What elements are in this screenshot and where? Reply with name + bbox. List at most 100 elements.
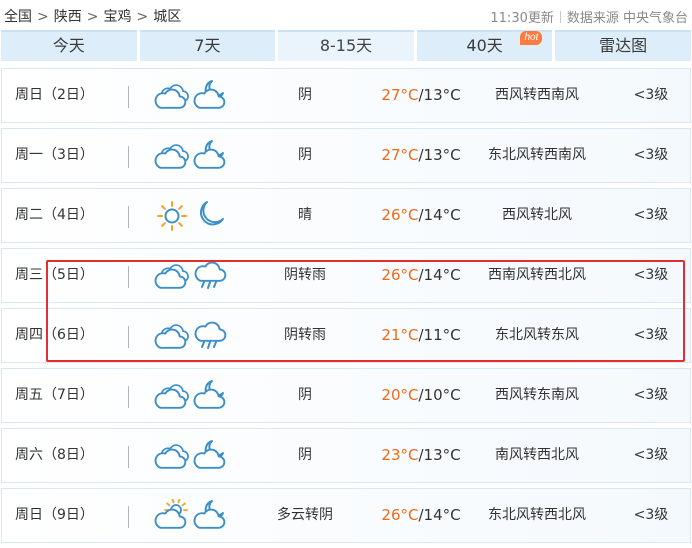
forecast-tabs: 今天 7天 8-15天 40天 hot 雷达图: [1, 30, 691, 61]
forecast-row: 周六（8日） 阴 23°C/13°C 南风转西北风 <3级: [1, 428, 691, 483]
high-temp: 21°C: [381, 326, 419, 344]
rain-icon-svg: [194, 261, 227, 289]
wind-direction: 东北风转西南风: [488, 147, 586, 163]
row-divider: [128, 266, 129, 288]
wind-level: <3级: [633, 507, 669, 523]
low-temp: /11°C: [418, 326, 461, 344]
hot-badge: hot: [520, 31, 543, 45]
day-label: 周日（2日）: [15, 87, 94, 103]
forecast-row: 周四（6日） 阴转雨 21°C/11°C 东北风转东风 <3级: [1, 308, 691, 363]
cloudy-icon: [154, 439, 190, 473]
forecast-row: 周日（2日） 阴 27°C/13°C 西风转西南风 <3级: [1, 68, 691, 123]
tab-label: 今天: [52, 36, 85, 55]
cloudy-icon-svg: [154, 84, 189, 109]
cloudy-night-icon: [192, 438, 228, 472]
cloudy-night-icon-svg: [193, 500, 226, 529]
low-temp: /14°C: [418, 206, 461, 224]
tab-today[interactable]: 今天: [1, 30, 137, 61]
wind-level: <3级: [633, 207, 669, 223]
forecast-row: 周五（7日） 阴 20°C/10°C 西风转东南风 <3级: [1, 368, 691, 423]
temperature: 26°C/14°C: [376, 249, 466, 302]
low-temp: /10°C: [418, 386, 461, 404]
sunny-icon-svg: [157, 201, 187, 231]
rain-icon: [192, 318, 228, 352]
wind-level: <3级: [633, 327, 669, 343]
low-temp: /14°C: [418, 506, 461, 524]
wind-level: <3级: [633, 147, 669, 163]
weather-text: 阴转雨: [284, 327, 326, 343]
cloudy-icon-svg: [154, 444, 189, 469]
wind-level: <3级: [633, 447, 669, 463]
day-label: 周五（7日）: [15, 387, 94, 403]
moon-icon: [192, 198, 228, 232]
breadcrumb-separator: >: [37, 9, 49, 25]
cloudy-night-icon-svg: [193, 380, 226, 409]
wind-direction: 南风转西北风: [495, 447, 579, 463]
update-meta: 11:30更新 数据来源 中央气象台: [490, 7, 688, 26]
tab-7-days[interactable]: 7天: [139, 30, 276, 61]
cloudy-night-icon: [192, 138, 228, 172]
cloudy-night-icon: [192, 78, 228, 112]
weather-text: 阴: [298, 147, 312, 163]
cloudy-icon: [154, 79, 190, 113]
high-temp: 27°C: [381, 86, 419, 104]
temperature: 26°C/14°C: [376, 489, 466, 542]
day-label: 周日（9日）: [15, 507, 94, 523]
tab-radar[interactable]: 雷达图: [555, 30, 691, 61]
high-temp: 26°C: [381, 206, 419, 224]
cloudy-night-icon-svg: [193, 440, 226, 469]
breadcrumb-city[interactable]: 宝鸡: [103, 9, 131, 25]
row-divider: [128, 386, 129, 408]
breadcrumb-country[interactable]: 全国: [4, 9, 32, 25]
high-temp: 23°C: [381, 446, 419, 464]
high-temp: 26°C: [381, 266, 419, 284]
low-temp: /13°C: [418, 86, 461, 104]
weather-text: 阴: [298, 387, 312, 403]
breadcrumb-province[interactable]: 陕西: [54, 9, 82, 25]
data-source: 数据来源 中央气象台: [566, 11, 688, 26]
wind-direction: 西南风转西北风: [488, 267, 586, 283]
cloudy-icon-svg: [154, 144, 189, 169]
tab-label: 7天: [194, 36, 221, 55]
cloudy-icon: [154, 139, 190, 173]
wind-direction: 东北风转东风: [495, 327, 579, 343]
wind-direction: 西风转北风: [502, 207, 572, 223]
day-label: 周六（8日）: [15, 447, 94, 463]
moon-icon-svg: [200, 201, 224, 226]
breadcrumb-separator: >: [136, 9, 149, 25]
day-label: 周一（3日）: [15, 147, 94, 163]
weather-text: 阴: [298, 87, 312, 103]
cloudy-night-icon: [192, 378, 228, 412]
forecast-row: 周二（4日） 晴 26°C/14°C 西风转北风 <3级: [1, 188, 691, 243]
wind-level: <3级: [633, 387, 669, 403]
rain-icon-svg: [194, 321, 227, 349]
meta-divider: [559, 11, 561, 23]
cloudy-icon: [154, 319, 190, 353]
wind-direction: 西风转东南风: [495, 387, 579, 403]
cloudy-icon-svg: [154, 384, 189, 409]
day-label: 周二（4日）: [15, 207, 94, 223]
wind-direction: 西风转西南风: [495, 87, 579, 103]
high-temp: 26°C: [381, 506, 419, 524]
tab-8-15-days[interactable]: 8-15天: [278, 30, 414, 61]
high-temp: 27°C: [381, 146, 419, 164]
day-label: 周四（6日）: [15, 327, 94, 343]
cloudy-icon-svg: [154, 324, 189, 349]
tab-40-days[interactable]: 40天 hot: [416, 30, 553, 61]
temperature: 27°C/13°C: [376, 69, 466, 122]
row-divider: [128, 86, 129, 108]
day-label: 周三（5日）: [15, 267, 94, 283]
forecast-list: 周日（2日） 阴 27°C/13°C 西风转西南风 <3级 周一（3日） 阴 2…: [1, 68, 691, 548]
breadcrumb: 全国 > 陕西 > 宝鸡 > 城区: [4, 6, 181, 26]
cloudy-icon: [154, 259, 190, 293]
temperature: 27°C/13°C: [376, 129, 466, 182]
cloudy-icon: [154, 379, 190, 413]
weather-text: 晴: [298, 207, 312, 223]
low-temp: /14°C: [418, 266, 461, 284]
forecast-row: 周日（9日） 多云转阴 26°C/14°C 东北风转西北风 <3级: [1, 488, 691, 543]
temperature: 23°C/13°C: [376, 429, 466, 482]
tab-label: 40天: [466, 36, 503, 55]
temperature: 21°C/11°C: [376, 309, 466, 362]
forecast-row: 周一（3日） 阴 27°C/13°C 东北风转西南风 <3级: [1, 128, 691, 183]
cloudy-icon-svg: [154, 264, 189, 289]
